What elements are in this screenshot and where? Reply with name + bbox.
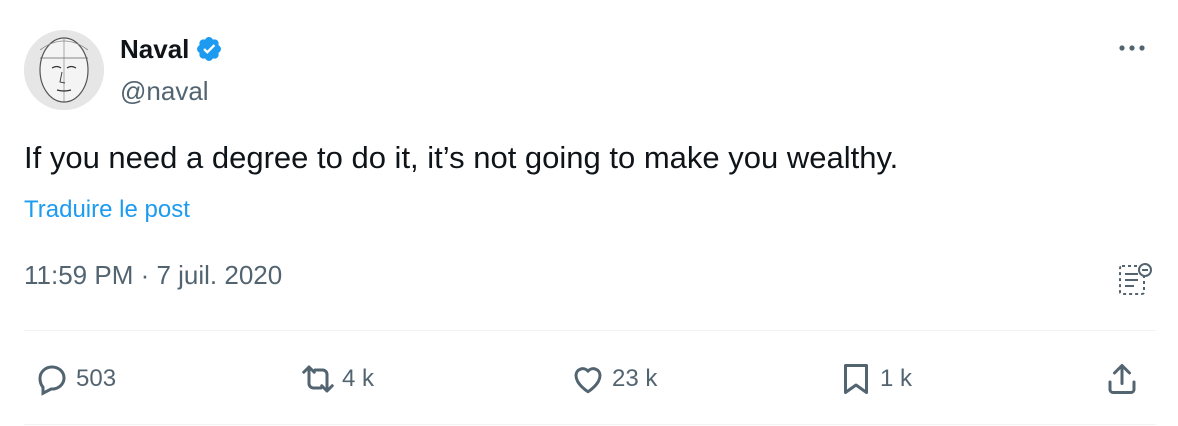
repost-button[interactable]: 4 k [300, 361, 374, 397]
bookmark-button[interactable]: 1 k [838, 361, 912, 397]
analytics-button[interactable] [1116, 260, 1156, 300]
tweet-text: If you need a degree to do it, it’s not … [24, 140, 899, 175]
tweet-card: Naval @naval If you need a degree to do … [0, 0, 1178, 426]
reply-button[interactable]: 503 [34, 361, 116, 397]
divider-top [24, 330, 1156, 331]
heart-icon [574, 367, 602, 394]
author-name-row: Naval [120, 32, 223, 66]
translate-post-link[interactable]: Traduire le post [24, 196, 190, 224]
reply-count: 503 [76, 365, 117, 392]
more-options-button[interactable] [1112, 36, 1152, 60]
repost-arrows-icon [302, 365, 334, 393]
tweet-timestamp[interactable]: 11:59 PM · 7 juil. 2020 [24, 260, 282, 291]
reply-bubble-icon [38, 365, 66, 396]
share-button[interactable] [1104, 361, 1140, 397]
bookmark-count: 1 k [880, 365, 913, 392]
verified-badge-icon [197, 37, 222, 61]
divider-bottom [24, 424, 1156, 425]
bookmark-icon [844, 364, 868, 394]
repost-count: 4 k [342, 365, 375, 392]
avatar[interactable] [24, 30, 104, 110]
analytics-icon [1119, 263, 1152, 295]
author-handle[interactable]: @naval [120, 76, 209, 107]
more-horizontal-icon [1119, 45, 1145, 51]
like-count: 23 k [612, 365, 658, 392]
like-button[interactable]: 23 k [570, 361, 657, 397]
share-upload-icon [1108, 364, 1136, 394]
author-display-name[interactable]: Naval [120, 34, 189, 65]
